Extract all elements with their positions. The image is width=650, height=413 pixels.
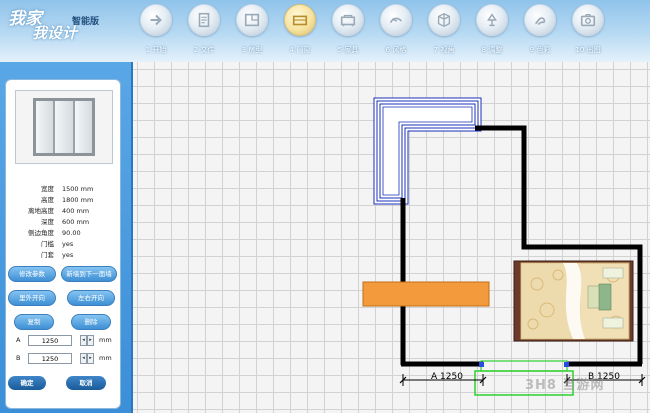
tool-view[interactable]: 7 视角	[424, 4, 464, 55]
dimension-a-label: A	[16, 336, 21, 344]
tool-label: 10 出图	[575, 46, 601, 54]
dimension-b-unit: mm	[99, 354, 112, 362]
tool-color[interactable]: 9 色彩	[520, 4, 560, 55]
lamp-adjust-icon	[487, 13, 497, 27]
modify-params-button[interactable]: 修改参数	[8, 266, 56, 282]
tool-label: 3 房型	[241, 46, 263, 54]
next-wall-button[interactable]: 新墙到下一面墙	[61, 266, 117, 282]
watermark-text: 3H8 当游网	[525, 378, 605, 393]
dimension-a-row: A ◂ ▸ mm	[16, 335, 116, 346]
tool-label: 5 家具	[337, 46, 359, 54]
decrement-a-button[interactable]: ◂	[80, 335, 87, 346]
tool-label: 2 文件	[193, 46, 215, 54]
increment-b-button[interactable]: ▸	[87, 353, 94, 364]
property-key: 离地高度	[28, 207, 54, 215]
cube-view-icon	[437, 12, 451, 28]
tool-style[interactable]: 6 风格	[376, 4, 416, 55]
tool-label: 1 开始	[145, 46, 167, 54]
edition-label: 智能版	[72, 17, 100, 27]
corner-wardrobe[interactable]	[373, 97, 482, 205]
property-key: 门套	[41, 251, 54, 259]
left-right-open-button[interactable]: 左右开向	[67, 290, 115, 306]
property-row: 宽度 1500 mm	[10, 184, 118, 195]
tool-adjust[interactable]: 8 调整	[472, 4, 512, 55]
cabinet-block[interactable]	[362, 281, 490, 307]
bed-furniture[interactable]	[513, 260, 634, 342]
wardrobe-thumbnail	[33, 98, 95, 156]
property-row: 高度 1800 mm	[10, 195, 118, 206]
property-row: 深度 600 mm	[10, 217, 118, 228]
property-key: 门槛	[41, 240, 54, 248]
tool-label: 7 视角	[433, 46, 455, 54]
delete-button[interactable]: 删除	[71, 314, 111, 330]
property-value: 400 mm	[62, 207, 90, 215]
dimension-a-unit: mm	[99, 336, 112, 344]
properties-panel: 宽度 1500 mm 高度 1800 mm 离地高度 400 mm 深度 600 mm …	[0, 62, 133, 413]
door-window-icon	[292, 15, 308, 26]
property-key: 侧边角度	[28, 229, 54, 237]
dimension-a-text: A 1250	[431, 372, 463, 382]
property-list: 宽度 1500 mm 高度 1800 mm 离地高度 400 mm 深度 600 mm …	[10, 184, 118, 261]
floorplan-drawing: A 1250 B 1250	[362, 97, 646, 396]
tool-label: 4 门窗	[289, 46, 311, 54]
property-value: 1500 mm	[62, 185, 94, 193]
floorplan-icon	[244, 13, 260, 27]
tool-file[interactable]: 2 文件	[184, 4, 224, 55]
cancel-button[interactable]: 取消	[66, 376, 106, 390]
app-header: 我家 我设计 智能版 1 开始 2 文件 3 房型 4 门窗 5 家具 6 风格	[0, 0, 650, 62]
tool-doors-windows[interactable]: 4 门窗	[280, 4, 320, 55]
tool-output[interactable]: 10 出图	[568, 4, 608, 55]
tool-furniture[interactable]: 5 家具	[328, 4, 368, 55]
property-key: 高度	[41, 196, 54, 204]
furniture-icon	[340, 14, 356, 27]
property-value: yes	[62, 240, 74, 248]
properties-card: 宽度 1500 mm 高度 1800 mm 离地高度 400 mm 深度 600 mm …	[5, 79, 121, 409]
floorplan-canvas[interactable]: A 1250 B 1250	[133, 62, 650, 413]
dimension-b-row: B ◂ ▸ mm	[16, 353, 116, 364]
property-value: 600 mm	[62, 218, 90, 226]
tool-start[interactable]: 1 开始	[136, 4, 176, 55]
tool-label: 6 风格	[385, 46, 407, 54]
confirm-button[interactable]: 确定	[8, 376, 46, 390]
arrow-right-icon	[150, 14, 162, 26]
app-logo: 我家 我设计 智能版	[6, 2, 131, 58]
increment-a-button[interactable]: ▸	[87, 335, 94, 346]
style-icon	[389, 17, 402, 24]
property-row: 侧边角度 90.00	[10, 228, 118, 239]
copy-button[interactable]: 复制	[14, 314, 54, 330]
property-key: 深度	[41, 218, 54, 226]
dimension-a-input[interactable]	[28, 335, 72, 346]
inside-open-button[interactable]: 里外开向	[8, 290, 56, 306]
logo-text-line2: 我设计	[32, 24, 78, 42]
color-icon	[535, 17, 546, 26]
item-preview	[15, 90, 113, 164]
file-icon	[198, 12, 210, 28]
property-row: 门槛 yes	[10, 239, 118, 250]
decrement-b-button[interactable]: ◂	[80, 353, 87, 364]
property-value: 1800 mm	[62, 196, 94, 204]
camera-icon	[580, 13, 596, 27]
property-key: 宽度	[41, 185, 54, 193]
dimension-b-label: B	[16, 354, 21, 362]
property-row: 门套 yes	[10, 250, 118, 261]
property-row: 离地高度 400 mm	[10, 206, 118, 217]
property-value: 90.00	[62, 229, 81, 237]
tool-floorplan[interactable]: 3 房型	[232, 4, 272, 55]
tool-label: 9 色彩	[529, 46, 551, 54]
tool-label: 8 调整	[481, 46, 503, 54]
property-value: yes	[62, 251, 74, 259]
dimension-b-input[interactable]	[28, 353, 72, 364]
